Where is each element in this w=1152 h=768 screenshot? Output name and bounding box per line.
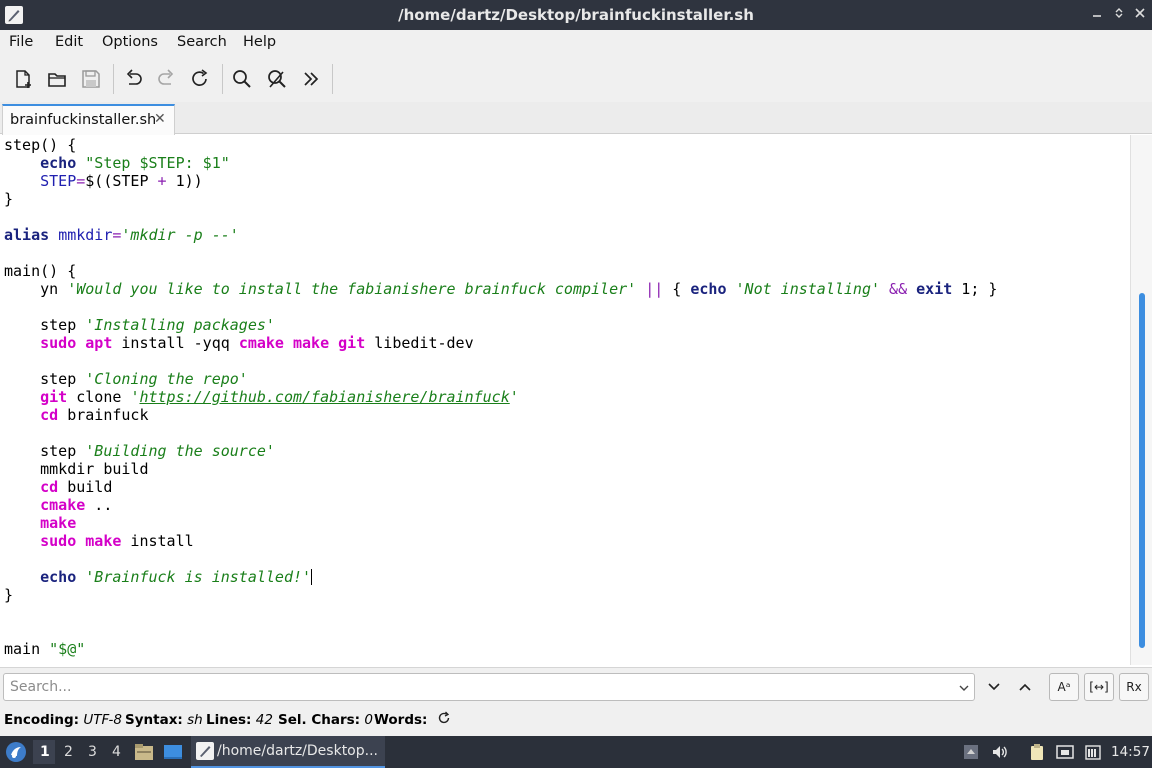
code-line: STEP=$((STEP + 1)) — [40, 172, 203, 190]
code-line: alias mmkdir='mkdir -p --' — [4, 226, 239, 244]
save-icon[interactable] — [80, 68, 102, 90]
toolbar-separator — [222, 64, 223, 94]
code-line: git clone 'https://github.com/fabianishe… — [40, 388, 519, 406]
volume-icon[interactable] — [991, 743, 1009, 761]
tray-expand-icon[interactable] — [963, 744, 979, 760]
battery-icon[interactable] — [1084, 743, 1102, 761]
code-line: cmake .. — [40, 496, 113, 514]
code-line: yn 'Would you like to install the fabian… — [4, 280, 998, 298]
code-line: sudo apt install -yqq cmake make git lib… — [40, 334, 474, 352]
maximize-icon[interactable] — [1111, 7, 1127, 23]
show-desktop-icon[interactable] — [163, 743, 183, 761]
code-line: main() { — [4, 262, 77, 280]
status-lines: Lines: 42 — [206, 712, 273, 728]
workspace-1[interactable]: 1 — [40, 744, 50, 760]
find-next-icon[interactable] — [986, 679, 1002, 695]
whole-word-button[interactable]: [↔] — [1084, 673, 1114, 701]
refresh-word-count-icon[interactable] — [437, 711, 451, 729]
taskbar: 1 2 3 4 /home/dartz/Desktop... 14:57 — [0, 736, 1152, 768]
close-icon[interactable] — [1132, 7, 1148, 23]
code-line: mmkdir build — [4, 460, 149, 478]
status-encoding: Encoding: UTF-8 — [4, 712, 122, 728]
workspace-3[interactable]: 3 — [88, 744, 97, 760]
undo-icon[interactable] — [122, 68, 144, 90]
code-line: } — [4, 586, 14, 604]
find-previous-icon[interactable] — [1017, 679, 1033, 695]
tab-close-icon[interactable]: ✕ — [154, 111, 166, 127]
code-line: step() { — [4, 136, 77, 154]
code-line: echo 'Brainfuck is installed!' — [40, 568, 313, 586]
menu-file[interactable]: File — [9, 34, 33, 50]
toolbar-separator — [113, 64, 114, 94]
status-bar: Encoding: UTF-8 Syntax: sh Lines: 42 Sel… — [0, 706, 1152, 736]
regex-button[interactable]: Rx — [1119, 673, 1149, 701]
code-line: step 'Building the source' — [4, 442, 275, 460]
match-case-button[interactable]: Aᵃ — [1049, 673, 1079, 701]
code-line: sudo make install — [40, 532, 194, 550]
search-input[interactable] — [3, 673, 975, 701]
code-line: cd brainfuck — [40, 406, 149, 424]
code-line: main "$@" — [4, 640, 86, 658]
editor-app-icon — [196, 742, 214, 760]
find-icon[interactable] — [231, 68, 253, 90]
vertical-scrollbar[interactable] — [1130, 135, 1152, 665]
code-line: } — [4, 190, 14, 208]
reload-icon[interactable] — [189, 68, 211, 90]
start-menu-icon[interactable] — [5, 741, 27, 763]
toolbar-separator — [332, 64, 333, 94]
network-icon[interactable] — [1056, 743, 1074, 761]
more-icon[interactable] — [300, 68, 322, 90]
menu-help[interactable]: Help — [243, 34, 276, 50]
new-file-icon[interactable] — [12, 68, 34, 90]
workspace-2[interactable]: 2 — [64, 744, 73, 760]
code-line: step 'Installing packages' — [4, 316, 275, 334]
minimize-icon[interactable] — [1089, 7, 1105, 23]
open-folder-icon[interactable] — [46, 68, 68, 90]
tab-label: brainfuckinstaller.sh — [10, 112, 157, 128]
text-cursor — [311, 569, 313, 585]
status-sel-chars: Sel. Chars: 0 — [278, 712, 373, 728]
clipboard-icon[interactable] — [1028, 743, 1046, 761]
window-title: /home/dartz/Desktop/brainfuckinstaller.s… — [398, 6, 754, 24]
title-bar: /home/dartz/Desktop/brainfuckinstaller.s… — [0, 0, 1152, 30]
status-syntax: Syntax: sh — [125, 712, 203, 728]
tab-brainfuckinstaller[interactable]: brainfuckinstaller.sh ✕ — [2, 104, 175, 135]
menu-search[interactable]: Search — [177, 34, 227, 50]
redo-icon[interactable] — [156, 68, 178, 90]
toolbar — [0, 56, 1152, 102]
file-manager-icon[interactable] — [134, 743, 154, 761]
scrollbar-thumb[interactable] — [1139, 293, 1145, 648]
code-line: step 'Cloning the repo' — [4, 370, 248, 388]
menu-options[interactable]: Options — [102, 34, 158, 50]
clock[interactable]: 14:57 — [1111, 744, 1150, 760]
menu-bar: File Edit Options Search Help — [0, 30, 1152, 56]
code-line: echo "Step $STEP: $1" — [40, 154, 230, 172]
search-history-dropdown-icon[interactable] — [957, 680, 971, 694]
code-line: make — [40, 514, 77, 532]
tab-bar: brainfuckinstaller.sh ✕ — [0, 102, 1152, 135]
task-label: /home/dartz/Desktop... — [217, 743, 378, 759]
workspace-4[interactable]: 4 — [112, 744, 121, 760]
find-replace-icon[interactable] — [266, 68, 288, 90]
code-line: cd build — [40, 478, 113, 496]
status-words: Words: — [374, 712, 428, 728]
taskbar-window-button[interactable]: /home/dartz/Desktop... — [191, 736, 385, 768]
code-editor[interactable]: step() { echo "Step $STEP: $1" STEP=$((S… — [0, 135, 1130, 665]
menu-edit[interactable]: Edit — [55, 34, 83, 50]
search-bar: Aᵃ [↔] Rx — [0, 667, 1152, 706]
